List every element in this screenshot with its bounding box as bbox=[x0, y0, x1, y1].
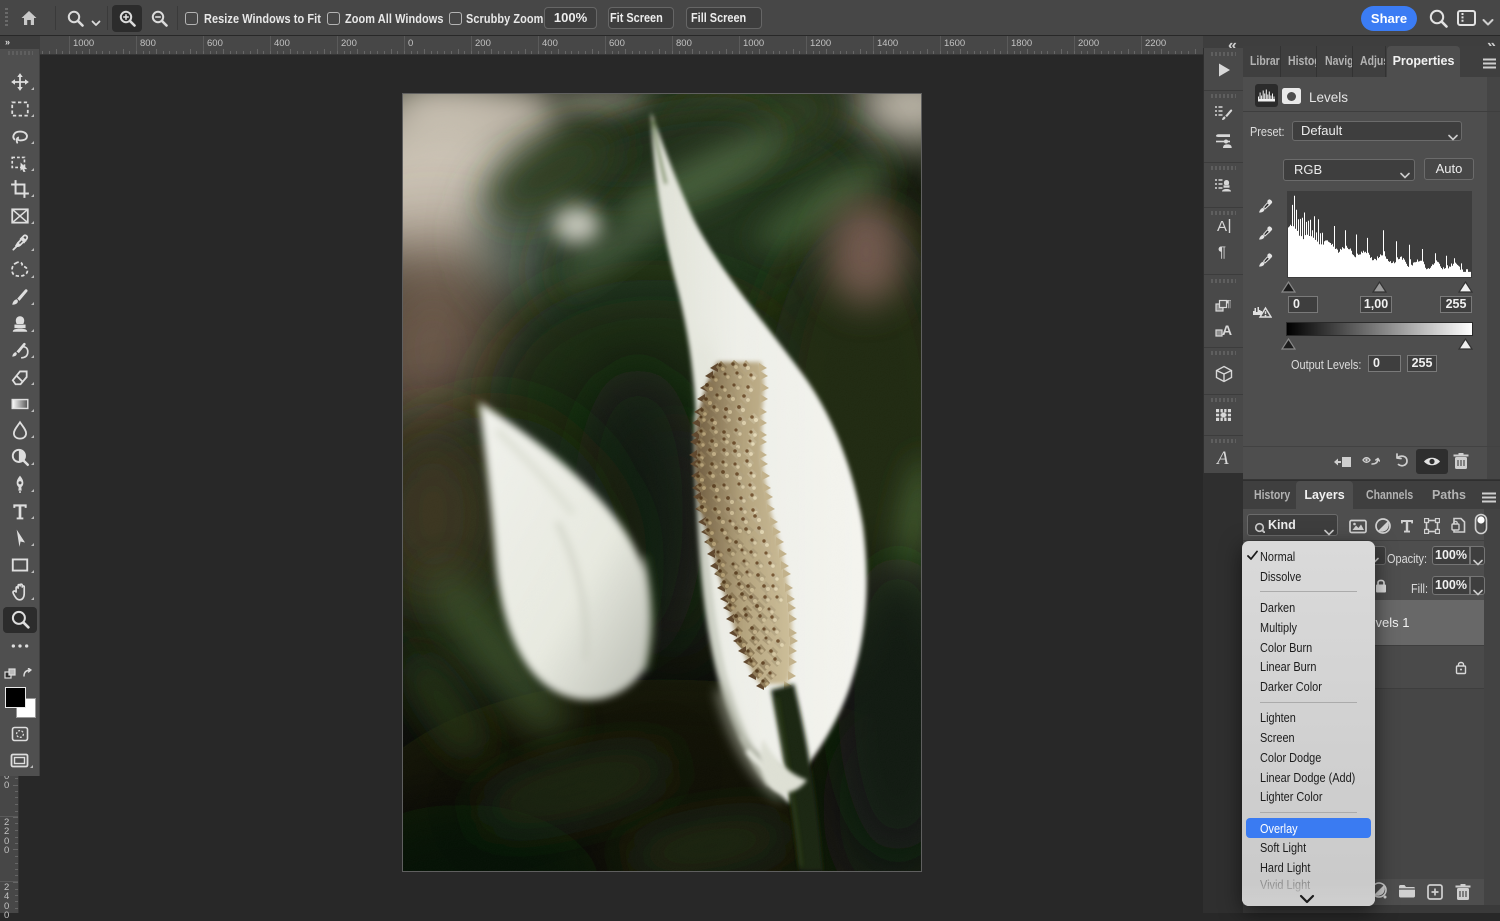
svg-text:¶: ¶ bbox=[1226, 299, 1231, 310]
svg-text:A: A bbox=[1217, 218, 1227, 235]
svg-text:A: A bbox=[1215, 448, 1229, 468]
svg-text:¶: ¶ bbox=[1218, 244, 1226, 261]
svg-text:A: A bbox=[1222, 322, 1232, 338]
